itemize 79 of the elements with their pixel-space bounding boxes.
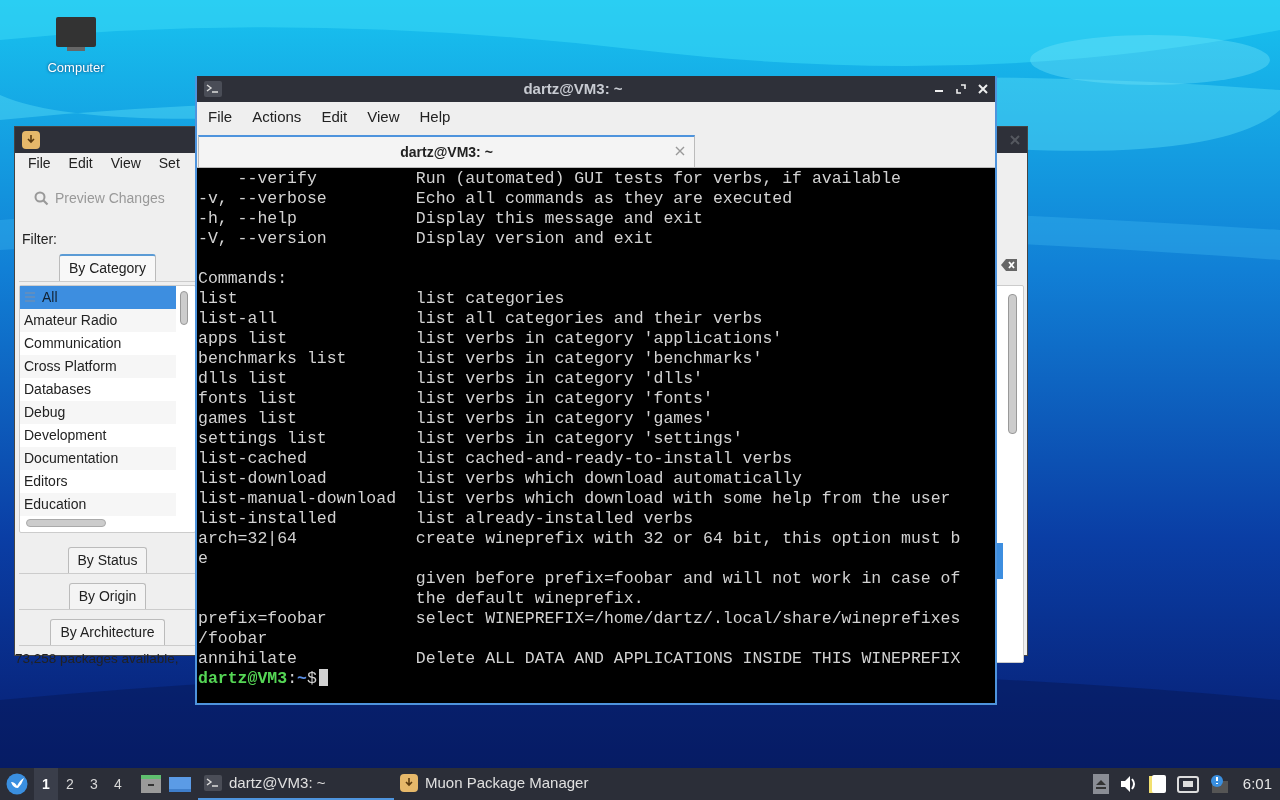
- category-item[interactable]: Cross Platform: [20, 355, 176, 378]
- category-item[interactable]: Editors: [20, 470, 176, 493]
- filter-tab[interactable]: By Status: [67, 547, 148, 573]
- menu-item[interactable]: View: [101, 153, 150, 174]
- terminal-line: --verify Run (automated) GUI tests for verbs, if available: [236, 169, 901, 188]
- terminal-line: Commands:: [198, 269, 288, 288]
- scrollbar-thumb[interactable]: [1008, 294, 1017, 434]
- terminal-line: prefix=foobar select WINEPREFIX=/home/dartz/.local/share/wineprefixes: [198, 609, 961, 628]
- terminal-line: given before prefix=foobar and will not work in case of: [414, 569, 961, 588]
- terminal-line: settings list list verbs in category 'settings': [198, 429, 743, 448]
- clear-icon[interactable]: [1000, 258, 1018, 272]
- terminal-icon: [203, 774, 223, 792]
- monitor-icon[interactable]: [55, 16, 97, 52]
- terminal-line: fonts list list verbs in category 'fonts': [198, 389, 713, 408]
- terminal-line: arch=32|64 create wineprefix with 32 or 64 bit, this option must b: [198, 529, 961, 548]
- category-item[interactable]: Education: [20, 493, 176, 516]
- menu-item[interactable]: File: [198, 105, 243, 129]
- menu-item[interactable]: Help: [409, 105, 461, 129]
- terminal-line: -v, --verbose Echo all commands as they are executed: [198, 189, 793, 208]
- menu-item[interactable]: Edit: [311, 105, 358, 129]
- scrollbar-thumb[interactable]: [180, 291, 188, 325]
- terminal-line: benchmarks list list verbs in category 'benchmarks': [198, 349, 763, 368]
- terminal-line: e: [198, 549, 208, 568]
- eject-icon[interactable]: [1092, 774, 1109, 794]
- menu-item[interactable]: View: [357, 105, 410, 129]
- workspace-button[interactable]: 4: [106, 768, 130, 800]
- desktop-icon[interactable]: [168, 774, 192, 794]
- menu-item[interactable]: Set: [149, 153, 189, 174]
- clock[interactable]: 6:01: [1242, 772, 1272, 796]
- filter-tab[interactable]: By Category: [58, 254, 156, 281]
- menu-item[interactable]: Edit: [59, 153, 102, 174]
- category-item[interactable]: All: [20, 286, 176, 309]
- terminal-line: list-installed list already-installed verbs: [198, 509, 694, 528]
- package-icon: [21, 130, 41, 150]
- scrollbar-thumb[interactable]: [26, 519, 106, 527]
- category-item[interactable]: Databases: [20, 378, 176, 401]
- workspace-button[interactable]: 1: [34, 768, 58, 800]
- start-menu-icon[interactable]: [6, 773, 28, 795]
- workspace-button[interactable]: 3: [82, 768, 106, 800]
- shell-prompt: dartz@VM3:~$: [198, 669, 317, 688]
- text-cursor: [318, 669, 328, 686]
- terminal-line: the default wineprefix.: [414, 589, 644, 608]
- terminal-line: list list categories: [198, 289, 565, 308]
- terminal-line: list-all list all categories and their verbs: [198, 309, 763, 328]
- workspace-button[interactable]: 2: [58, 768, 82, 800]
- notification-icon[interactable]: [1208, 774, 1229, 794]
- category-item[interactable]: Debug: [20, 401, 176, 424]
- clipboard-icon[interactable]: [1146, 773, 1167, 795]
- category-item[interactable]: Documentation: [20, 447, 176, 470]
- terminal-line: games list list verbs in category 'games': [198, 409, 713, 428]
- maximize-icon[interactable]: [955, 83, 967, 95]
- file-cabinet-icon[interactable]: [140, 773, 162, 795]
- filter-tab[interactable]: By Architecture: [50, 619, 165, 645]
- terminal-line: list-download list verbs which download automatically: [198, 469, 802, 488]
- category-item[interactable]: Development: [20, 424, 176, 447]
- menu-item[interactable]: Actions: [242, 105, 312, 129]
- terminal-icon: [203, 80, 223, 98]
- terminal-line: /foobar: [198, 629, 268, 648]
- terminal-line: annihilate Delete ALL DATA AND APPLICATIONS INSIDE THIS WINEPREFIX: [198, 649, 961, 668]
- terminal-line: -V, --version Display version and exit: [198, 229, 654, 248]
- search-icon: [34, 191, 49, 206]
- terminal-line: -h, --help Display this message and exit: [198, 209, 703, 228]
- menu-item[interactable]: File: [19, 153, 60, 174]
- filter-tab[interactable]: By Origin: [68, 583, 147, 609]
- window-title: dartz@VM3: ~: [523, 78, 623, 99]
- filter-label: Filter:: [21, 230, 58, 249]
- taskbar-button[interactable]: dartz@VM3: ~: [198, 768, 394, 800]
- volume-icon[interactable]: [1118, 774, 1137, 794]
- terminal-line: apps list list verbs in category 'applications': [198, 329, 783, 348]
- category-item[interactable]: Amateur Radio: [20, 309, 176, 332]
- package-icon: [399, 773, 419, 793]
- network-icon[interactable]: [1176, 774, 1199, 794]
- terminal-line: list-manual-download list verbs which download with some help from the user: [198, 489, 951, 508]
- terminal-tab[interactable]: dartz@VM3: ~: [198, 135, 695, 167]
- terminal-line: dlls list list verbs in category 'dlls': [198, 369, 703, 388]
- taskbar-button[interactable]: Muon Package Manager: [394, 768, 590, 800]
- category-item[interactable]: Communication: [20, 332, 176, 355]
- terminal-line: list-cached list cached-and-ready-to-install verbs: [198, 449, 793, 468]
- list-icon: [24, 291, 36, 303]
